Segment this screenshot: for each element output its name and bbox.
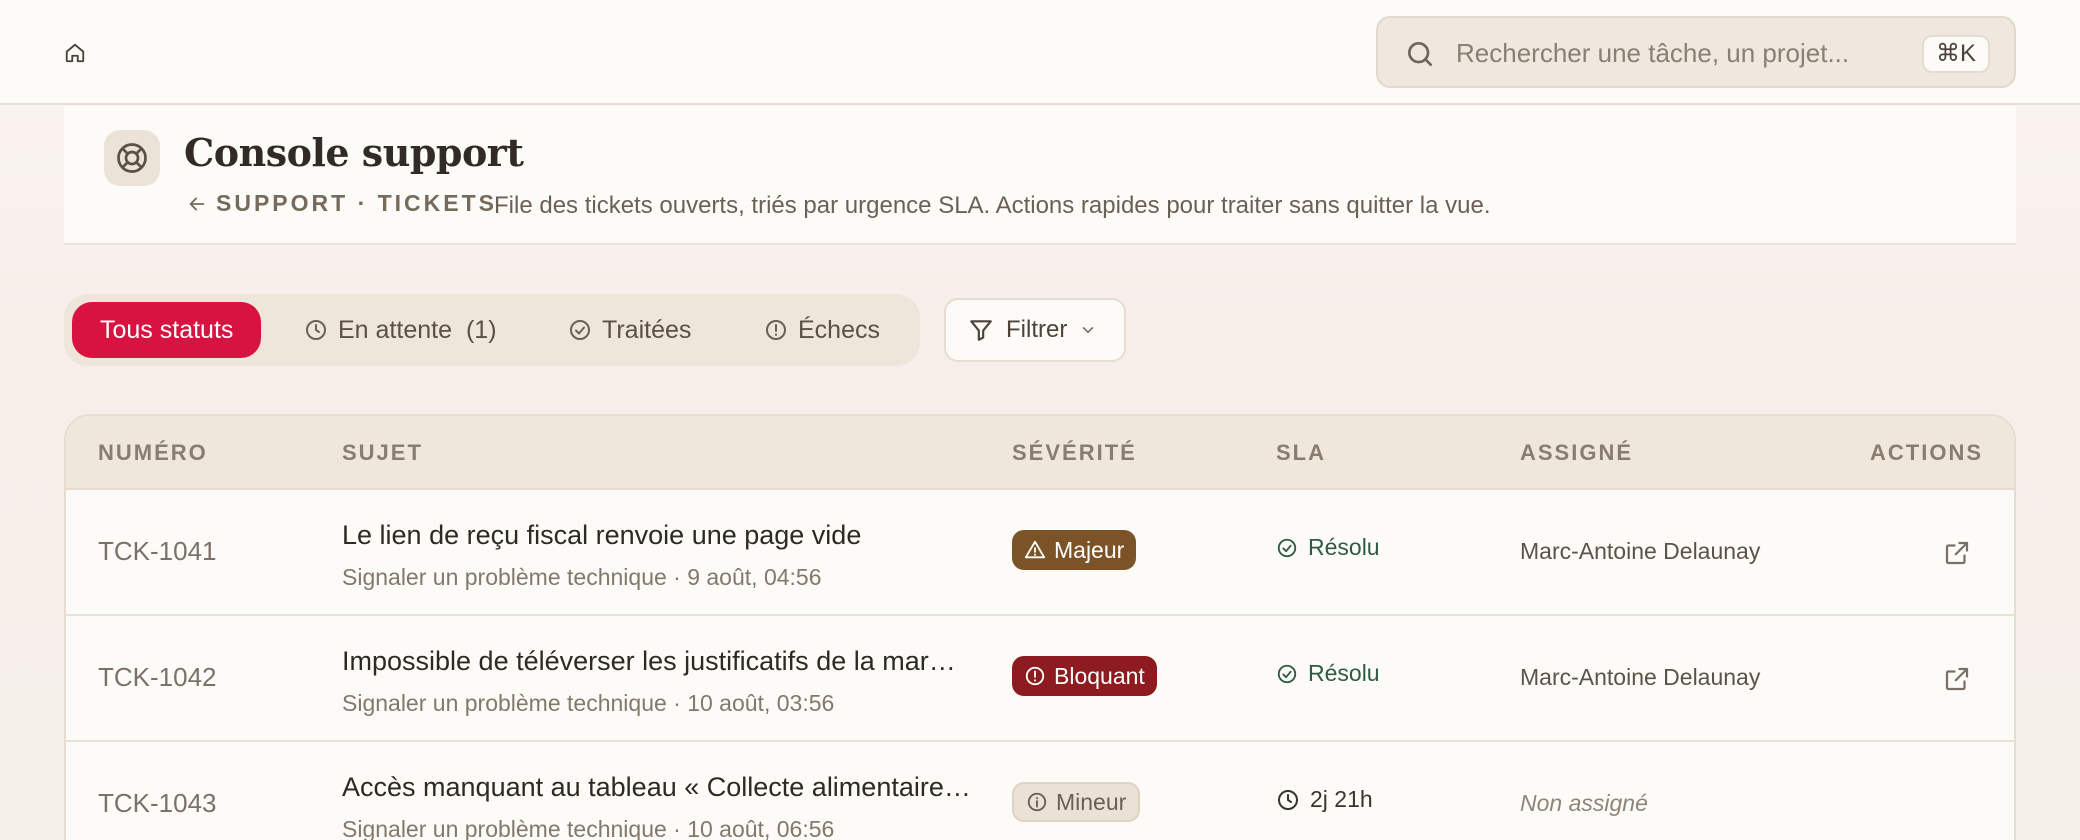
filter-label: Filtrer — [1006, 316, 1068, 343]
breadcrumb-label: SUPPORT · TICKETS — [216, 190, 498, 216]
check-circle-icon — [570, 320, 590, 340]
open-ticket-button[interactable] — [1942, 664, 1972, 694]
clock-icon — [1278, 789, 1298, 810]
check-circle-icon — [1277, 538, 1297, 557]
top-bar: Rechercher une tâche, un projet... ⌘K — [0, 0, 2080, 105]
tab-pending[interactable]: En attente (1) — [290, 302, 511, 358]
tab-all-status[interactable]: Tous statuts — [72, 302, 262, 358]
sla-label: 2j 21h — [1310, 786, 1373, 812]
alert-circle-icon — [1025, 666, 1045, 686]
filter-button[interactable]: Filtrer — [944, 298, 1126, 362]
page-header: Console support SUPPORT · TICKETS File d… — [64, 106, 2016, 245]
search-icon — [1408, 42, 1432, 66]
ticket-number: TCK-1043 — [98, 788, 217, 818]
breadcrumb[interactable]: SUPPORT · TICKETS — [186, 190, 497, 217]
search-shortcut-badge: ⌘K — [1921, 35, 1990, 73]
severity-badge: Bloquant — [1012, 656, 1157, 696]
page-subtitle: File des tickets ouverts, triés par urge… — [494, 192, 1491, 219]
check-circle-icon — [1277, 664, 1297, 683]
lifebuoy-icon — [104, 130, 160, 186]
search-input[interactable]: Rechercher une tâche, un projet... — [1456, 38, 1849, 69]
tickets-table: NUMÉRO SUJET SÉVÉRITÉ SLA ASSIGNÉ ACTION… — [64, 414, 2016, 840]
tab-done[interactable]: Traitées — [554, 302, 705, 358]
severity-badge: Majeur — [1012, 530, 1137, 570]
sla-status: Résolu — [1276, 660, 1380, 687]
column-header-number[interactable]: NUMÉRO — [98, 440, 208, 466]
external-link-icon — [1945, 667, 1969, 691]
severity-label: Majeur — [1054, 536, 1125, 563]
sla-label: Résolu — [1308, 660, 1380, 686]
assignee-name: Non assigné — [1520, 790, 1648, 816]
ticket-meta: Signaler un problème technique · 9 août,… — [342, 564, 822, 590]
table-row[interactable]: TCK-1042 Impossible de téléverser les ju… — [66, 616, 2014, 742]
column-header-subject[interactable]: SUJET — [342, 440, 423, 466]
info-circle-icon — [1027, 792, 1047, 812]
severity-label: Bloquant — [1054, 662, 1145, 689]
page-title: Console support — [184, 130, 524, 175]
tab-pending-count: (1) — [465, 315, 497, 344]
search-bar[interactable]: Rechercher une tâche, un projet... ⌘K — [1376, 16, 2016, 88]
table-row[interactable]: TCK-1041 Le lien de reçu fiscal renvoie … — [66, 490, 2014, 616]
severity-label: Mineur — [1056, 788, 1127, 815]
ticket-title[interactable]: Le lien de reçu fiscal renvoie une page … — [342, 520, 992, 551]
open-ticket-button[interactable] — [1942, 538, 1972, 568]
home-button[interactable] — [58, 36, 92, 70]
tab-pending-label: En attente — [338, 315, 452, 344]
ticket-title[interactable]: Impossible de téléverser les justificati… — [342, 646, 992, 677]
tab-done-label: Traitées — [602, 315, 692, 344]
sla-status: Résolu — [1276, 534, 1380, 561]
ticket-title[interactable]: Accès manquant au tableau « Collecte ali… — [342, 772, 992, 803]
assignee-name: Marc-Antoine Delaunay — [1520, 538, 1761, 564]
column-header-assignee[interactable]: ASSIGNÉ — [1520, 440, 1633, 466]
table-row[interactable]: TCK-1043 Accès manquant au tableau « Col… — [66, 742, 2014, 840]
column-header-sla[interactable]: SLA — [1276, 440, 1326, 466]
arrow-left-icon — [189, 197, 205, 210]
clock-icon — [306, 320, 326, 340]
tab-all-status-label: Tous statuts — [100, 315, 234, 344]
sla-label: Résolu — [1308, 534, 1380, 560]
column-header-actions: ACTIONS — [1870, 440, 1983, 465]
chevron-down-icon — [1083, 327, 1094, 334]
warning-triangle-icon — [1024, 540, 1046, 559]
tab-failed[interactable]: Échecs — [750, 302, 894, 358]
ticket-meta: Signaler un problème technique · 10 août… — [342, 816, 835, 840]
ticket-number: TCK-1041 — [98, 536, 217, 566]
column-header-severity[interactable]: SÉVÉRITÉ — [1012, 440, 1137, 466]
home-icon — [65, 43, 85, 63]
tab-failed-label: Échecs — [798, 315, 880, 344]
ticket-meta: Signaler un problème technique · 10 août… — [342, 690, 835, 716]
table-header: NUMÉRO SUJET SÉVÉRITÉ SLA ASSIGNÉ ACTION… — [66, 416, 2014, 490]
assignee-name: Marc-Antoine Delaunay — [1520, 664, 1761, 690]
funnel-icon — [970, 320, 992, 341]
status-tabs: Tous statuts En attente (1) Traitées Éch… — [64, 294, 920, 366]
external-link-icon — [1945, 541, 1969, 565]
sla-status: 2j 21h — [1276, 786, 1373, 813]
alert-circle-icon — [766, 320, 786, 340]
ticket-number: TCK-1042 — [98, 662, 217, 692]
severity-badge: Mineur — [1012, 782, 1141, 822]
